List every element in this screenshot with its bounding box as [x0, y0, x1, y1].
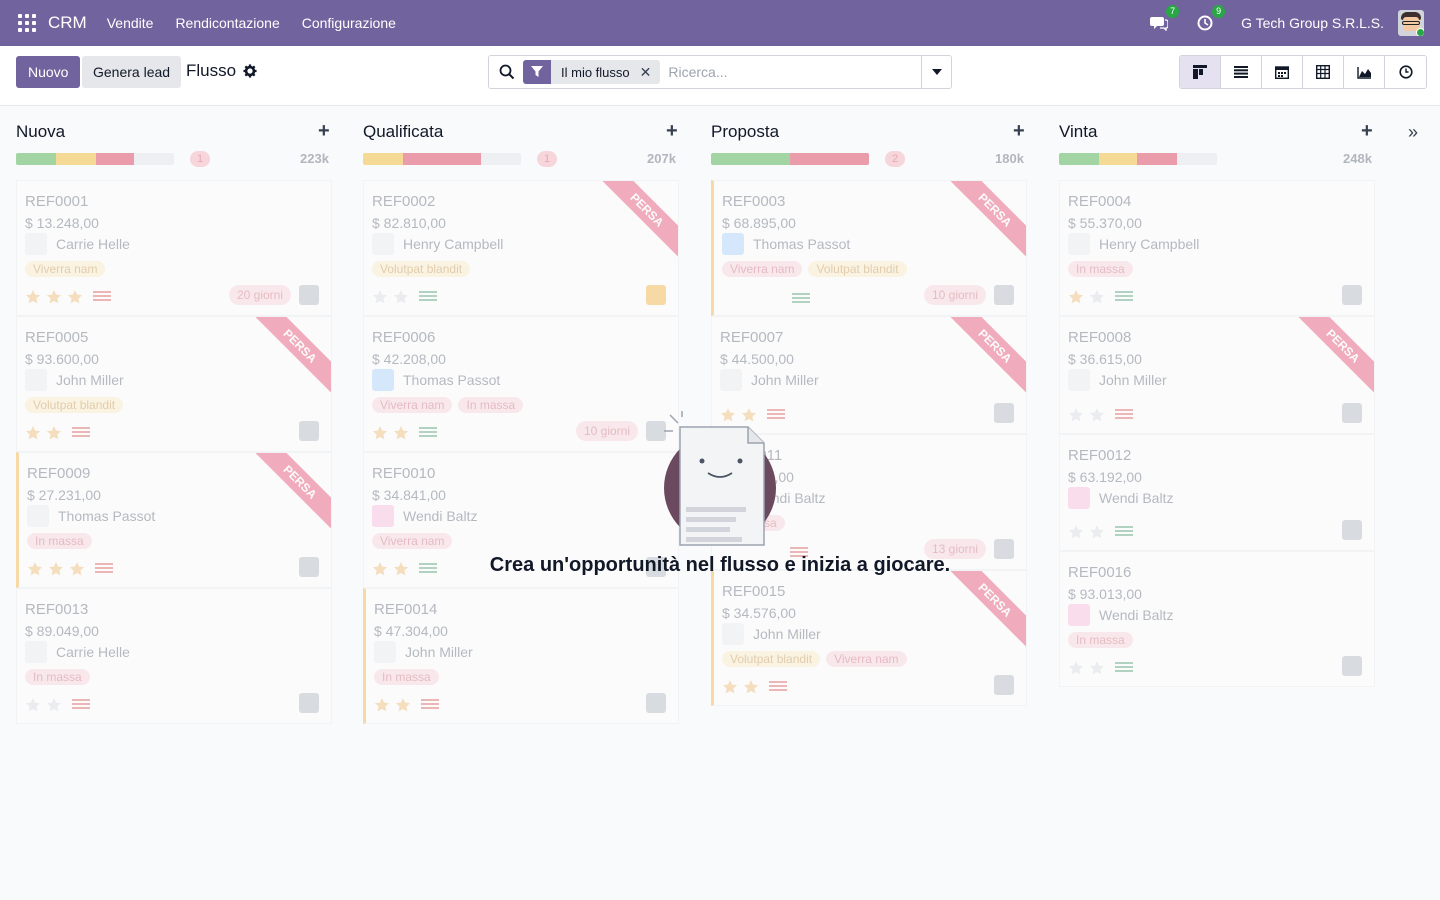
view-list-button[interactable] — [1221, 56, 1262, 88]
activities-badge: 9 — [1212, 5, 1226, 18]
control-panel: Nuovo Genera lead Flusso Il mio flusso ✕ — [0, 46, 1440, 106]
view-activity-button[interactable] — [1385, 56, 1426, 88]
calendar-icon — [1275, 66, 1289, 79]
user-avatar[interactable] — [1398, 10, 1424, 36]
clock-icon — [1197, 15, 1213, 31]
top-navbar: CRM Vendite Rendicontazione Configurazio… — [0, 0, 1440, 46]
caret-down-icon — [931, 69, 942, 75]
filter-facet-label: Il mio flusso — [561, 64, 630, 80]
search-options-toggle[interactable] — [921, 56, 951, 88]
menu-rendicontazione[interactable]: Rendicontazione — [175, 15, 279, 31]
presence-indicator — [1416, 28, 1424, 36]
page-title: Flusso — [186, 61, 237, 80]
menu-configurazione[interactable]: Configurazione — [302, 15, 396, 31]
menu-vendite[interactable]: Vendite — [107, 15, 154, 31]
view-switcher — [1179, 55, 1427, 89]
empty-state-overlay: Crea un'opportunità nel flusso e inizia … — [0, 106, 1440, 900]
view-pivot-button[interactable] — [1303, 56, 1344, 88]
chat-icon — [1150, 17, 1169, 31]
search-icon[interactable] — [499, 64, 515, 80]
company-switcher[interactable]: G Tech Group S.R.L.S. — [1241, 15, 1384, 31]
kanban-icon — [1193, 65, 1207, 79]
filter-facet: Il mio flusso ✕ — [523, 60, 661, 84]
new-button[interactable]: Nuovo — [16, 56, 81, 88]
app-brand[interactable]: CRM — [48, 13, 87, 33]
navbar-systray: 7 9 G Tech Group S.R.L.S. — [1149, 0, 1440, 46]
table-icon — [1316, 65, 1330, 79]
view-kanban-button[interactable] — [1180, 56, 1221, 88]
area-chart-icon — [1356, 66, 1371, 79]
view-graph-button[interactable] — [1344, 56, 1385, 88]
filter-icon — [523, 60, 551, 84]
gear-icon[interactable] — [243, 64, 257, 78]
generate-lead-button[interactable]: Genera lead — [82, 56, 182, 88]
messages-badge: 7 — [1166, 5, 1180, 18]
empty-state-title: Crea un'opportunità nel flusso e inizia … — [489, 554, 951, 576]
breadcrumb: Flusso — [186, 61, 257, 81]
clock-icon — [1398, 65, 1413, 79]
empty-document-illustration — [664, 411, 776, 546]
search-bar: Il mio flusso ✕ — [488, 55, 952, 89]
search-input[interactable] — [668, 64, 909, 80]
activities-button[interactable]: 9 — [1195, 5, 1226, 33]
close-icon[interactable]: ✕ — [640, 64, 661, 81]
apps-menu-icon[interactable] — [18, 14, 36, 32]
list-icon — [1234, 66, 1248, 78]
view-calendar-button[interactable] — [1262, 56, 1303, 88]
messages-button[interactable]: 7 — [1149, 5, 1180, 33]
